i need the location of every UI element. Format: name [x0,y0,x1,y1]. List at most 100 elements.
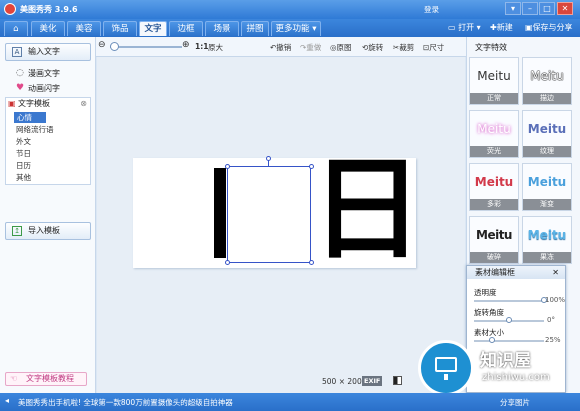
opacity-slider[interactable] [474,300,544,302]
effect-sample: Meitu [527,175,567,189]
effect-texture[interactable]: Meitu 纹理 [522,110,572,158]
watermark-subtext: zhishiwu.com [482,372,550,383]
login-link[interactable]: 登录 [424,4,439,15]
effect-broken[interactable]: Meitu 破碎 [469,216,519,264]
resize-handle-tl[interactable] [225,164,230,169]
import-template-button[interactable]: ↥ 导入模板 [5,222,91,240]
template-item-mood[interactable]: 心情 [14,112,46,123]
template-item-other[interactable]: 其他 [16,172,31,183]
image-size-readout: 500 × 200 [322,377,362,386]
effect-outline[interactable]: Meitu 描边 [522,57,572,105]
undo-button[interactable]: ↶撤销 [270,42,291,53]
home-tab[interactable]: ⌂ [4,21,28,36]
effect-sample: Meitu [527,228,567,242]
collapse-icon[interactable]: ⊗ [80,98,87,110]
effect-sample: Meitu [476,228,512,242]
speaker-icon: ◂ [5,396,10,405]
redo-label: 重做 [306,43,322,52]
comic-text-item[interactable]: ◌ 漫画文字 [16,68,60,79]
save-share-button[interactable]: ▣保存与分享 [525,21,573,35]
save-label: 保存与分享 [532,23,573,32]
template-item-holiday[interactable]: 节日 [16,148,31,159]
template-icon: ▣ [8,99,16,108]
template-item-calendar[interactable]: 日历 [16,160,31,171]
news-ticker[interactable]: 美图秀秀出手机啦! 全球第一款800万前置摄像头的超级自拍神器 [18,397,233,408]
open-button[interactable]: ▭ 打开 ▾ [448,21,481,35]
original-size-button[interactable]: 原大 [208,42,223,53]
rotation-slider-handle[interactable] [506,317,512,323]
text-template-header[interactable]: ▣ 文字模板 ⊗ [6,98,92,110]
template-item-foreign[interactable]: 外文 [16,136,31,147]
compare-icon[interactable] [393,376,402,385]
zoom-slider-track[interactable] [110,46,182,48]
tab-beautify[interactable]: 美化 [31,21,65,36]
new-label: 新建 [496,23,513,32]
zoom-out-icon[interactable]: ⊖ [98,40,106,50]
exif-badge[interactable]: EXIF [362,376,383,386]
new-button[interactable]: ✚新建 [490,21,513,35]
tab-text[interactable]: 文字 [139,21,167,36]
template-tutorial-button[interactable]: ☜ 文字模板教程 [5,372,87,386]
effect-normal[interactable]: Meitu 正常 [469,57,519,105]
chevron-down-icon: ▾ [309,24,317,34]
effect-jelly[interactable]: Meitu 果冻 [522,216,572,264]
rotate-label: 旋转 [368,43,384,52]
rotate-button[interactable]: ⟲旋转 [362,42,383,53]
animated-flash-item[interactable]: ♥ 动画闪字 [16,83,60,94]
tab-collage[interactable]: 拼图 [241,21,269,36]
redo-button[interactable]: ↷重做 [300,42,321,53]
share-image-link[interactable]: 分享图片 [500,397,530,408]
selection-box[interactable] [227,166,311,263]
effect-label: 荧光 [470,146,518,157]
template-item-slang[interactable]: 网络流行语 [16,124,54,135]
resize-handle-bl[interactable] [225,260,230,265]
size-button[interactable]: ⊡尺寸 [423,42,444,53]
close-icon[interactable]: ✕ [552,266,559,279]
speech-bubble-icon: ◌ [16,68,24,78]
watermark-text: 知识屋 [480,351,531,371]
effect-sample: Meitu [477,122,511,136]
watermark-logo-icon [418,340,474,396]
opacity-label: 透明度 [474,288,497,297]
zoom-ratio[interactable]: 1:1 [195,42,208,51]
input-text-button[interactable]: A 输入文字 [5,43,91,61]
undo-label: 撤销 [276,43,292,52]
resize-handle-br[interactable] [309,260,314,265]
close-button[interactable]: ✕ [557,2,573,15]
menu-button[interactable]: ▾ [505,2,521,15]
tab-beauty[interactable]: 美容 [67,21,101,36]
effect-sample: Meitu [477,69,511,83]
comic-text-label: 漫画文字 [28,69,60,78]
tab-border[interactable]: 边框 [169,21,203,36]
effect-gradient[interactable]: Meitu 渐变 [522,163,572,211]
original-label: 原图 [336,43,352,52]
app-logo-icon [4,3,16,15]
zoom-slider-handle[interactable] [110,42,119,51]
effect-label: 描边 [523,93,571,104]
rotation-handle[interactable] [266,156,271,161]
tab-more[interactable]: 更多功能 ▾ [271,21,321,36]
material-size-label: 素材大小 [474,328,504,337]
rotation-value: 0° [547,316,555,324]
minimize-button[interactable]: – [522,2,538,15]
effect-colorful[interactable]: Meitu 多彩 [469,163,519,211]
tab-scene[interactable]: 场景 [205,21,239,36]
input-text-label: 输入文字 [28,47,60,56]
window-title: 美图秀秀 3.9.6 [20,5,78,14]
save-icon: ▣ [525,23,533,32]
maximize-button[interactable]: □ [539,2,555,15]
effect-label: 渐变 [523,199,571,210]
resize-handle-tr[interactable] [309,164,314,169]
tab-accessories[interactable]: 饰品 [103,21,137,36]
size-label: 尺寸 [429,43,445,52]
material-editor-header[interactable]: 素材编辑框 ✕ [467,266,565,279]
animated-flash-label: 动画闪字 [28,84,60,93]
crop-button[interactable]: ✂裁剪 [393,42,414,53]
text-template-title: 文字模板 [18,99,50,108]
effect-glow[interactable]: Meitu 荧光 [469,110,519,158]
image-height: 200 [347,377,362,386]
zoom-in-icon[interactable]: ⊕ [182,40,190,50]
original-image-button[interactable]: ◎原图 [330,42,352,53]
bottom-bar: ◂ 美图秀秀出手机啦! 全球第一款800万前置摄像头的超级自拍神器 分享图片 [0,393,580,411]
effect-sample: Meitu [474,175,514,189]
